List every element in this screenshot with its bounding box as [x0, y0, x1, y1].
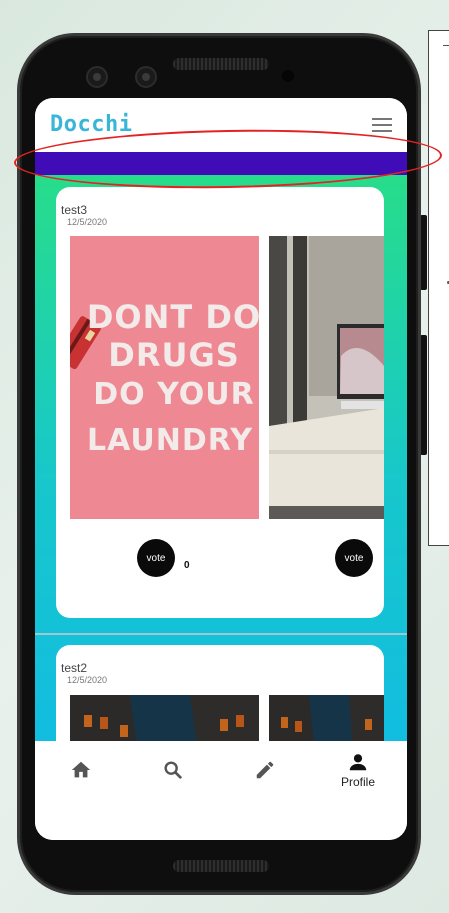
feed-divider [35, 633, 407, 635]
nav-profile-label: Profile [340, 775, 375, 789]
post-date: 12/5/2020 [67, 217, 108, 227]
vote-button[interactable]: vote [137, 539, 175, 577]
post-image-right[interactable] [269, 695, 384, 741]
building-image-art [269, 695, 384, 741]
side-panel [428, 30, 449, 546]
front-camera-icon [86, 66, 108, 88]
panel-dash [443, 45, 449, 46]
front-camera-icon [135, 66, 157, 88]
image-text-line: DRUGS [108, 336, 240, 374]
hamburger-menu-icon[interactable] [372, 118, 392, 132]
speaker-grille-bottom [173, 860, 269, 872]
nav-home[interactable] [51, 759, 111, 799]
proximity-sensor [282, 70, 294, 82]
building-image-art [70, 695, 259, 741]
feed-scroll-area[interactable]: test3 12/5/2020 DONT DO DRUGS DO YOUR LA… [35, 175, 407, 741]
vote-count: 0 [184, 560, 190, 571]
desk-laptop-image-art [269, 236, 384, 519]
speaker-grille-top [173, 58, 269, 70]
post-card: test2 12/5/2020 [56, 645, 384, 741]
image-text-line: LAUNDRY [87, 423, 253, 458]
post-author: test3 [61, 203, 88, 217]
post-date: 12/5/2020 [67, 675, 108, 685]
person-icon [349, 754, 367, 771]
vote-button[interactable]: vote [335, 539, 373, 577]
home-icon [71, 761, 91, 778]
nav-profile[interactable]: Profile [328, 751, 388, 791]
phone-side-button-volume [420, 335, 427, 455]
bottom-navigation: Profile [35, 741, 407, 840]
phone-side-button-power [420, 215, 427, 290]
search-icon [164, 761, 182, 779]
post-image-left[interactable]: DONT DO DRUGS DO YOUR LAUNDRY [70, 236, 259, 519]
laundry-image-art: DONT DO DRUGS DO YOUR LAUNDRY [70, 236, 259, 519]
pencil-icon [256, 761, 274, 779]
app-screen: Docchi test3 12/5/2020 DONT DO DRUGS DO … [35, 98, 407, 840]
post-image-left[interactable] [70, 695, 259, 741]
post-author: test2 [61, 661, 88, 675]
post-card: test3 12/5/2020 DONT DO DRUGS DO YOUR LA… [56, 187, 384, 618]
post-image-right[interactable] [269, 236, 384, 519]
app-title: Docchi [50, 112, 133, 137]
image-text-line: DO YOUR [93, 377, 254, 412]
nav-create[interactable] [235, 759, 295, 799]
image-text-line: DONT DO [87, 298, 259, 336]
nav-search[interactable] [143, 759, 203, 799]
